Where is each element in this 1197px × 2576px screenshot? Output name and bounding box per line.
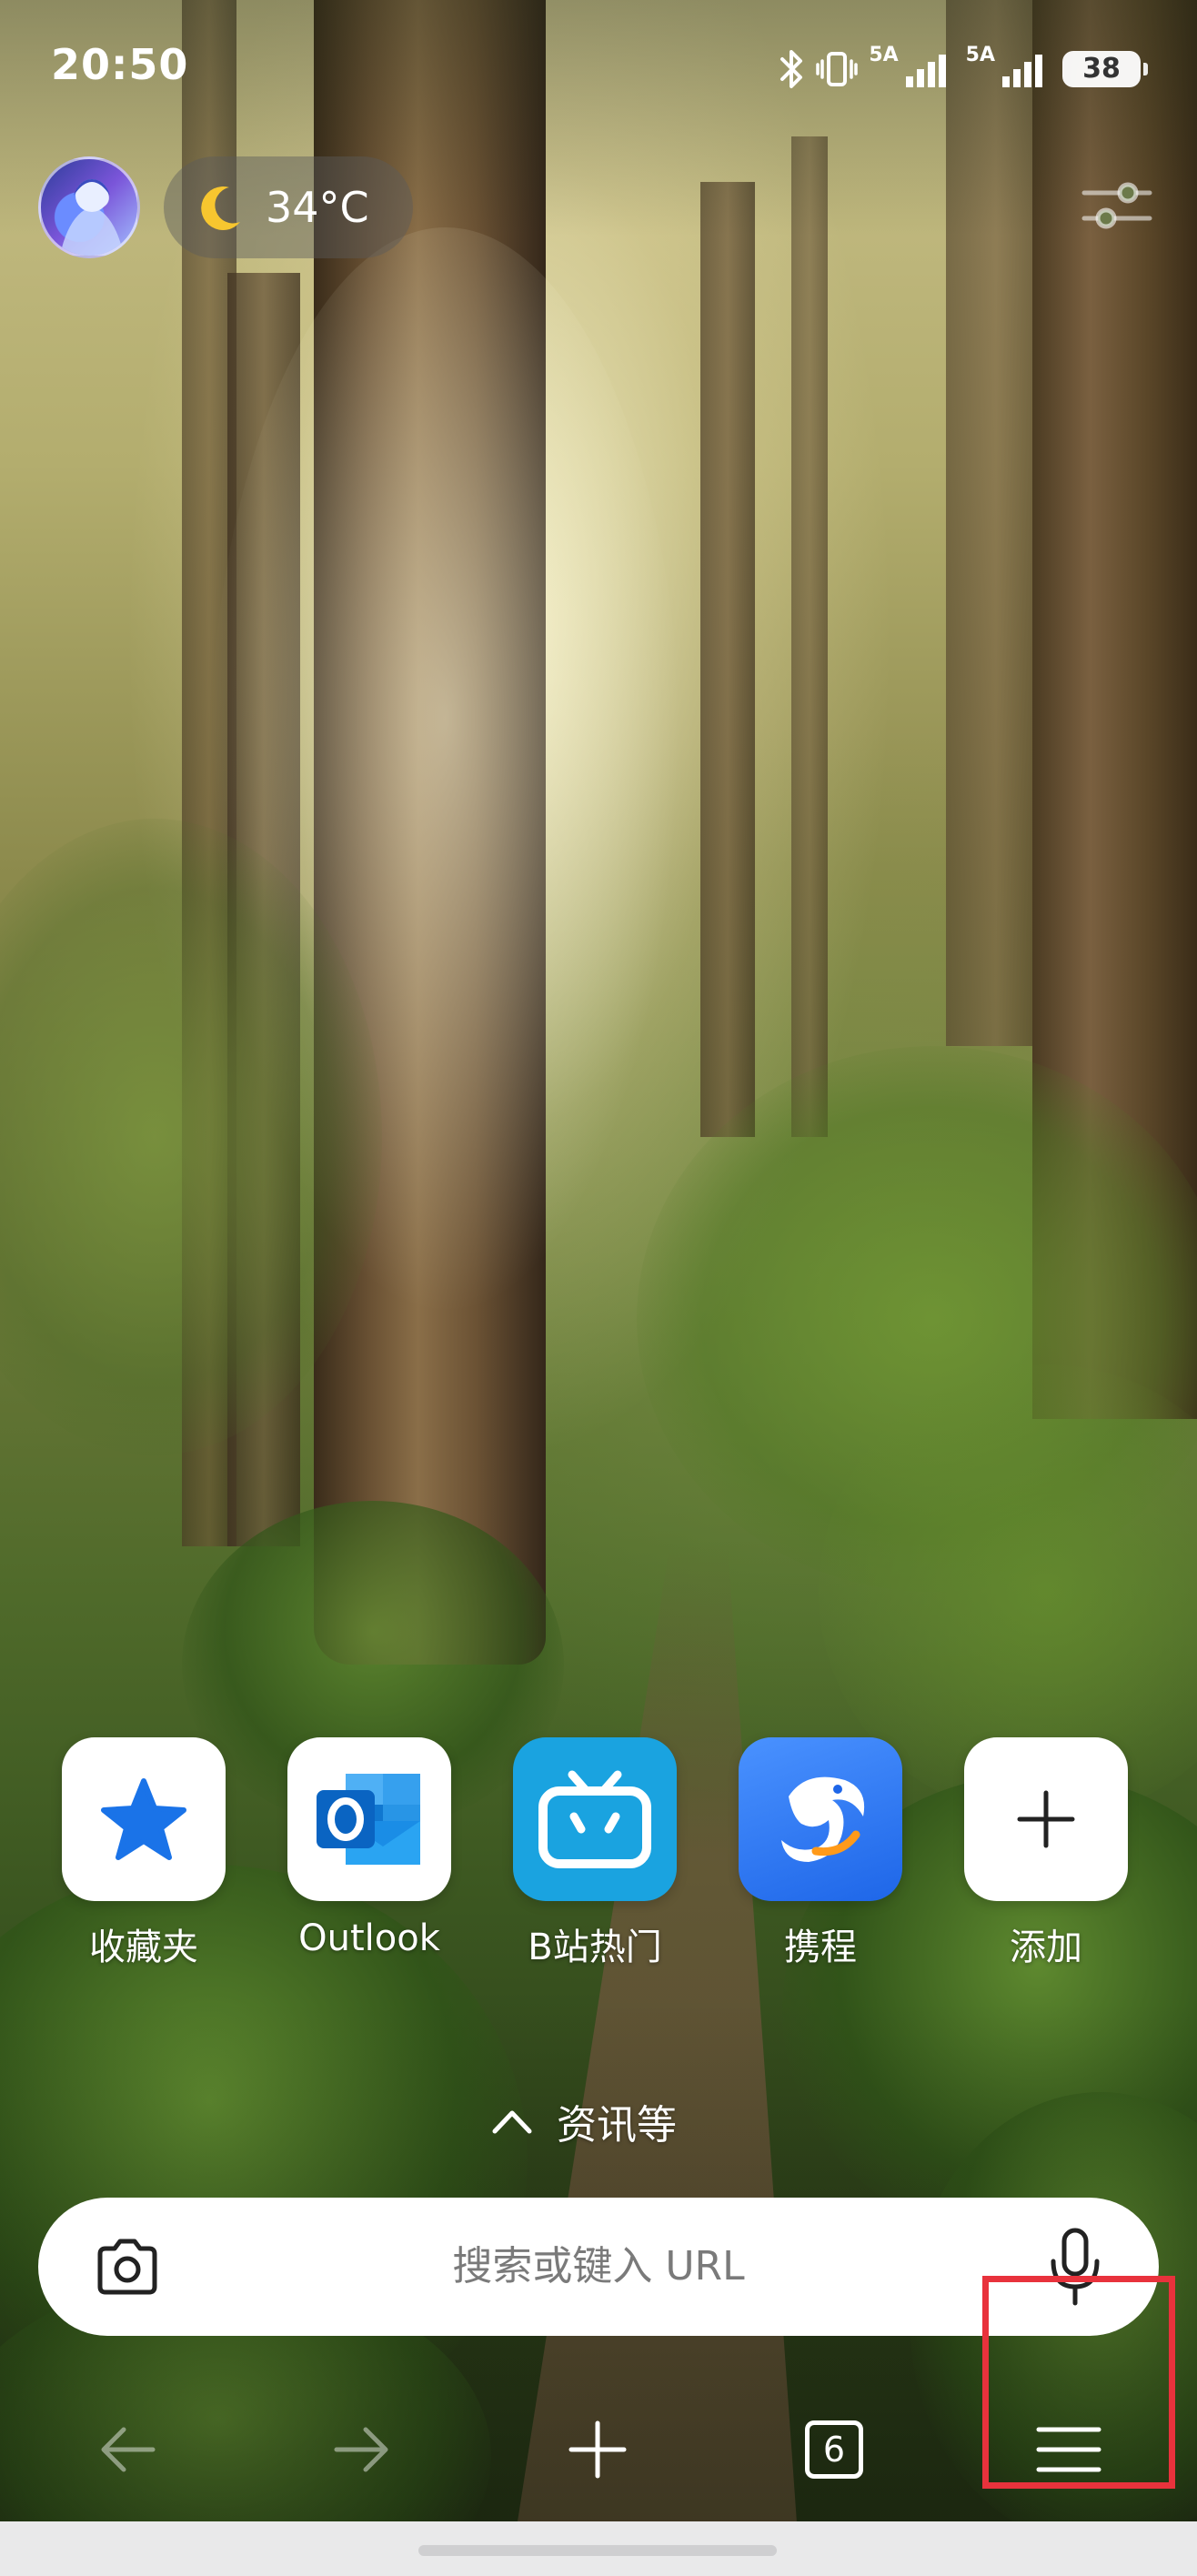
moon-icon — [201, 186, 240, 231]
outlook-icon — [317, 1774, 420, 1865]
shortcut-bilibili[interactable]: B站热门 — [513, 1737, 677, 1970]
battery-indicator: 38 — [1062, 51, 1148, 87]
star-icon — [101, 1778, 186, 1860]
shortcut-outlook[interactable]: Outlook — [287, 1737, 451, 1959]
shortcut-ctrip[interactable]: 携程 — [739, 1737, 902, 1970]
shortcut-tile[interactable] — [513, 1737, 677, 1901]
tab-count-badge: 6 — [805, 2420, 863, 2479]
shortcut-favorites[interactable]: 收藏夹 — [62, 1737, 226, 1970]
shortcut-label: 添加 — [1010, 1927, 1082, 1968]
plus-icon — [1017, 1790, 1075, 1848]
network-type-2: 5A — [965, 43, 995, 66]
shortcut-label: 携程 — [784, 1927, 857, 1968]
network-type-1: 5A — [869, 43, 899, 66]
back-button[interactable] — [87, 2409, 169, 2490]
home-indicator[interactable] — [418, 2545, 777, 2556]
signal-icon — [905, 55, 946, 87]
shortcut-label: B站热门 — [528, 1927, 662, 1968]
shortcut-tile[interactable] — [739, 1737, 902, 1901]
arrow-left-icon — [101, 2427, 156, 2472]
bluetooth-icon — [780, 50, 803, 88]
weather-widget[interactable]: 34°C — [164, 156, 413, 258]
shortcut-label: Outlook — [298, 1917, 440, 1959]
shortcut-tile[interactable] — [964, 1737, 1128, 1901]
status-bar: 20:50 5A 5A 38 — [0, 0, 1197, 136]
news-feed-toggle[interactable]: 资讯等 — [491, 2092, 677, 2150]
status-time: 20:50 — [51, 40, 189, 89]
forward-button[interactable] — [320, 2409, 402, 2490]
shortcut-grid: 收藏夹 Outlook B站热门 携程 添加 — [62, 1737, 1135, 1974]
shortcut-label: 收藏夹 — [89, 1927, 198, 1968]
vibrate-icon — [816, 52, 859, 86]
new-tab-button[interactable] — [557, 2409, 639, 2490]
tabs-button[interactable]: 6 — [793, 2409, 875, 2490]
shortcut-add[interactable]: 添加 — [964, 1737, 1128, 1970]
bilibili-icon — [538, 1770, 651, 1868]
user-avatar[interactable] — [38, 156, 140, 258]
weather-temperature: 34°C — [266, 183, 369, 232]
shortcut-tile[interactable] — [287, 1737, 451, 1901]
signal-icon — [1002, 55, 1042, 87]
plus-icon — [568, 2420, 627, 2479]
system-navigation-bar — [0, 2521, 1197, 2576]
ctrip-icon — [781, 1776, 865, 1862]
customize-sliders-icon[interactable] — [1081, 169, 1153, 242]
arrow-right-icon — [334, 2427, 388, 2472]
forest-wallpaper — [0, 0, 1197, 2576]
shortcut-tile[interactable] — [62, 1737, 226, 1901]
news-toggle-label: 资讯等 — [557, 2102, 677, 2148]
status-icons: 5A 5A 38 — [778, 42, 1148, 96]
chevron-up-icon — [492, 2110, 532, 2134]
highlight-box — [982, 2276, 1175, 2489]
